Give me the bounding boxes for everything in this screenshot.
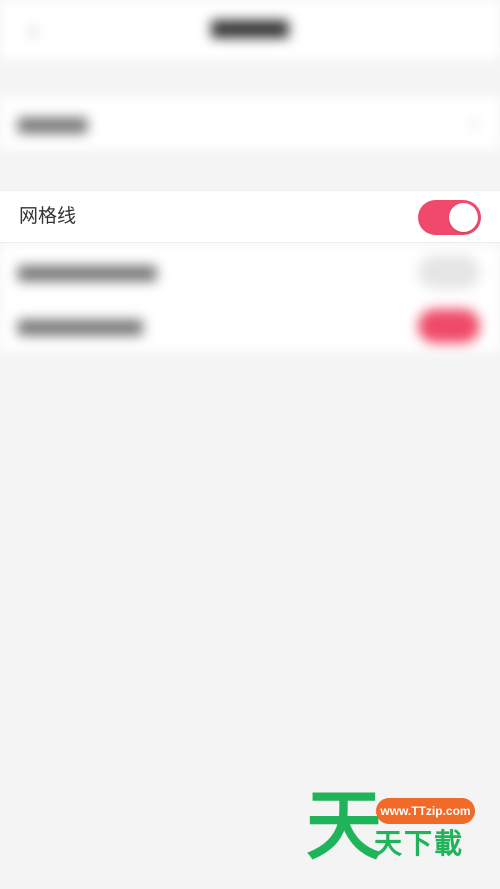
page-title-obscured: ▆▆▆▆▆	[211, 16, 289, 38]
toggle-obscured	[418, 309, 480, 343]
settings-row-obscured: ▆▆▆▆▆▆▆▆▆	[0, 298, 500, 352]
grid-lines-toggle[interactable]	[418, 200, 481, 235]
settings-row-obscured: ▆▆▆▆▆ ›	[0, 96, 500, 150]
settings-row-grid-lines[interactable]: 网格线	[0, 190, 500, 243]
watermark-text: 天下載	[374, 827, 465, 860]
blurred-background: ‹ ▆▆▆▆▆ ▆▆▆▆▆ › ▆▆▆▆▆▆▆▆▆▆ ▆▆▆▆▆▆▆▆▆	[0, 0, 500, 889]
watermark-logo: 天 www.TTzip.com 天下載	[306, 788, 486, 866]
nav-bar: ‹ ▆▆▆▆▆	[0, 0, 500, 60]
toggle-obscured	[418, 255, 480, 289]
watermark-url: www.TTzip.com	[376, 798, 475, 824]
grid-lines-label: 网格线	[19, 206, 77, 227]
settings-row-obscured: ▆▆▆▆▆▆▆▆▆▆	[0, 244, 500, 298]
back-arrow-icon: ‹	[28, 15, 38, 45]
watermark-big-char: 天	[306, 781, 382, 870]
toggle-knob	[449, 203, 478, 232]
chevron-right-icon: ›	[470, 110, 478, 135]
